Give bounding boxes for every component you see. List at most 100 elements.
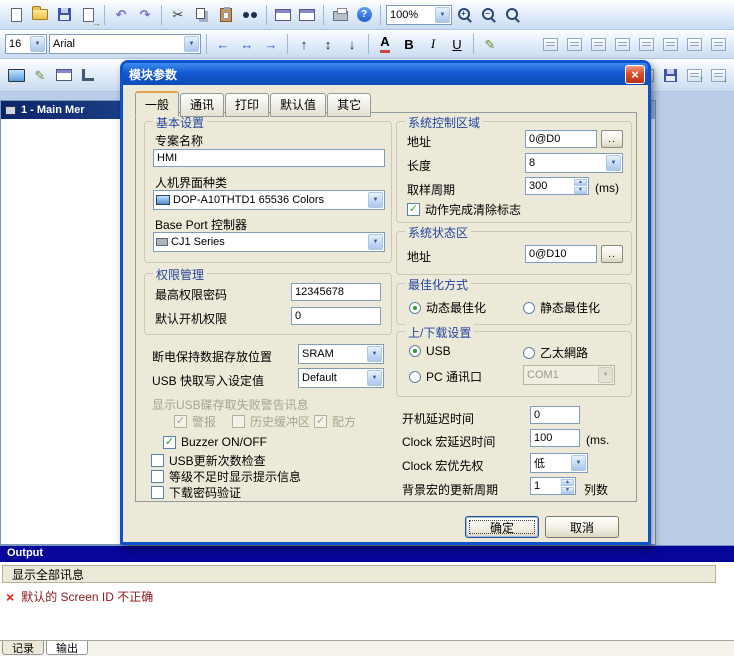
- zoom-in-button[interactable]: +: [454, 4, 476, 26]
- control-address-input[interactable]: 0@D0: [525, 130, 597, 148]
- element-bank-button[interactable]: [296, 4, 318, 26]
- status-address-input[interactable]: 0@D10: [525, 245, 597, 263]
- boot-permission-input[interactable]: 0: [291, 307, 381, 325]
- usb-cache-select[interactable]: Default ▼: [298, 368, 384, 388]
- screen-manager-button[interactable]: [272, 4, 294, 26]
- ok-button[interactable]: 确定: [465, 516, 539, 538]
- layout-tool-button[interactable]: [587, 33, 609, 55]
- clock-priority-select[interactable]: 低 ▼: [530, 453, 588, 473]
- clock-delay-input[interactable]: 100: [530, 429, 580, 447]
- clear-flag-checkbox[interactable]: ✓ 动作完成清除标志: [407, 202, 521, 216]
- align-middle-v-button[interactable]: ↕: [317, 33, 339, 55]
- radio-usb[interactable]: USB: [409, 344, 451, 358]
- retain-location-select[interactable]: SRAM ▼: [298, 344, 384, 364]
- align-bottom-button[interactable]: ↓: [341, 33, 363, 55]
- download-password-checkbox[interactable]: 下载密码验证: [151, 485, 241, 499]
- output-filter-bar[interactable]: 显示全部讯息: [2, 565, 716, 583]
- spin-up-icon[interactable]: ▲: [574, 179, 587, 186]
- layout-tool-button[interactable]: [707, 33, 729, 55]
- italic-button[interactable]: I: [422, 33, 444, 55]
- tab-communication[interactable]: 通讯: [180, 93, 224, 117]
- copy-button[interactable]: [191, 4, 213, 26]
- align-center-h-button[interactable]: ↔: [236, 33, 258, 55]
- dialog-titlebar[interactable]: 模块参数: [123, 63, 648, 85]
- import-arrow-icon: →: [92, 18, 101, 28]
- radio-ethernet[interactable]: 乙太網路: [523, 344, 588, 361]
- tab-others[interactable]: 其它: [327, 93, 371, 117]
- spin-down-icon[interactable]: ▼: [574, 187, 587, 194]
- usb-update-check-checkbox[interactable]: USB更新次数检查: [151, 453, 266, 467]
- align-left-button[interactable]: ←: [212, 33, 234, 55]
- hmi-type-select[interactable]: DOP-A10THTD1 65536 Colors ▼: [153, 190, 385, 210]
- project-name-input[interactable]: HMI: [153, 149, 385, 167]
- undo-button[interactable]: ↶: [110, 4, 132, 26]
- help-button[interactable]: ?: [353, 4, 375, 26]
- subwindow-button[interactable]: [53, 64, 75, 86]
- bg-macro-spinner[interactable]: 1 ▲ ▼: [530, 477, 576, 495]
- find-button[interactable]: [239, 4, 261, 26]
- base-port-select[interactable]: CJ1 Series ▼: [153, 232, 385, 252]
- save-button[interactable]: [53, 4, 75, 26]
- zoom-level-select[interactable]: 100% ▼: [386, 5, 452, 25]
- font-name-select[interactable]: Arial ▼: [49, 34, 201, 54]
- sample-period-spinner[interactable]: 300 ▲ ▼: [525, 177, 589, 195]
- control-address-label: 地址: [407, 133, 431, 150]
- arrow-up-icon: ↑: [301, 37, 308, 52]
- radio-static-optimization[interactable]: 静态最佳化: [523, 299, 600, 316]
- checkbox-box: [232, 415, 245, 428]
- underline-button[interactable]: U: [446, 33, 468, 55]
- layout-tool-button[interactable]: [635, 33, 657, 55]
- toolbar-separator: [323, 5, 324, 25]
- tab-defaults[interactable]: 默认值: [270, 93, 326, 117]
- compile-button[interactable]: [659, 64, 681, 86]
- buzzer-checkbox[interactable]: ✓ Buzzer ON/OFF: [163, 435, 267, 449]
- length-select[interactable]: 8 ▼: [525, 153, 623, 173]
- layout-tool-button[interactable]: [611, 33, 633, 55]
- paste-button[interactable]: [215, 4, 237, 26]
- radio-pc-com[interactable]: PC 通讯口: [409, 368, 482, 385]
- download-button[interactable]: ↓: [707, 64, 729, 86]
- dropdown-arrow-icon: ▼: [30, 36, 45, 52]
- cut-button[interactable]: ✂: [167, 4, 189, 26]
- bold-button[interactable]: B: [398, 33, 420, 55]
- boot-delay-input[interactable]: 0: [530, 406, 580, 424]
- redo-button[interactable]: ↷: [134, 4, 156, 26]
- new-file-button[interactable]: [5, 4, 27, 26]
- layout-tool-button[interactable]: [539, 33, 561, 55]
- checkbox-box: [151, 454, 164, 467]
- font-size-select[interactable]: 16 ▼: [5, 34, 47, 54]
- tab-record[interactable]: 记录: [2, 641, 44, 655]
- radio-dynamic-optimization[interactable]: 动态最佳化: [409, 299, 486, 316]
- sketch-button[interactable]: ✎: [29, 64, 51, 86]
- status-address-browse-button[interactable]: ..: [601, 245, 623, 263]
- open-file-button[interactable]: [29, 4, 51, 26]
- print-button[interactable]: [329, 4, 351, 26]
- tab-output[interactable]: 输出: [46, 641, 88, 655]
- align-top-button[interactable]: ↑: [293, 33, 315, 55]
- cancel-button[interactable]: 取消: [545, 516, 619, 538]
- zoom-out-button[interactable]: −: [478, 4, 500, 26]
- upload-button[interactable]: ↑: [683, 64, 705, 86]
- ruler-button[interactable]: [77, 64, 99, 86]
- output-error-row[interactable]: × 默认的 Screen ID 不正确: [6, 588, 153, 605]
- import-button[interactable]: →: [77, 4, 99, 26]
- font-color-button[interactable]: A: [374, 33, 396, 55]
- password-input[interactable]: 12345678: [291, 283, 381, 301]
- paste-icon: [220, 8, 232, 22]
- tab-print[interactable]: 打印: [225, 93, 269, 117]
- control-address-browse-button[interactable]: ..: [601, 130, 623, 148]
- layout-tool-button[interactable]: [659, 33, 681, 55]
- spin-down-icon[interactable]: ▼: [561, 487, 574, 494]
- align-right-button[interactable]: →: [260, 33, 282, 55]
- screen-editor-button[interactable]: [5, 64, 27, 86]
- draw-pen-button[interactable]: ✎: [479, 33, 501, 55]
- buzzer-label: Buzzer ON/OFF: [181, 435, 267, 449]
- spin-up-icon[interactable]: ▲: [561, 479, 574, 486]
- layout-tool-button[interactable]: [683, 33, 705, 55]
- close-button[interactable]: ×: [625, 65, 645, 84]
- level-hint-checkbox[interactable]: 等级不足时显示提示信息: [151, 469, 301, 483]
- radio-circle-icon: [409, 371, 421, 383]
- zoom-reset-button[interactable]: [502, 4, 524, 26]
- tab-general[interactable]: 一般: [135, 91, 179, 117]
- layout-tool-button[interactable]: [563, 33, 585, 55]
